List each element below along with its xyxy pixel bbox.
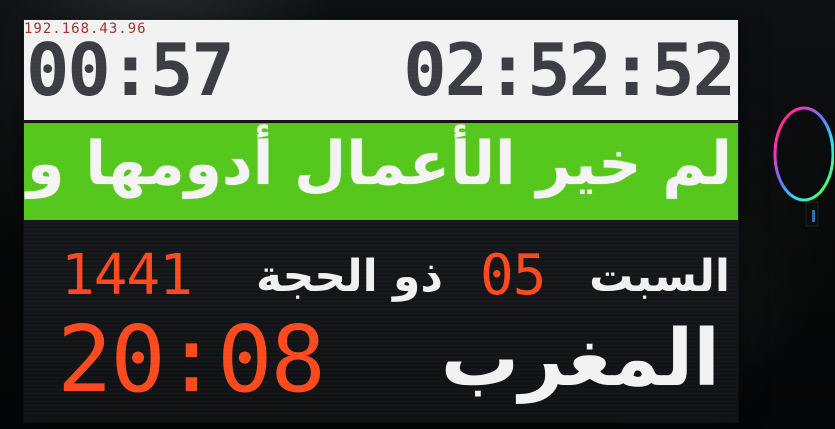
led-display-scene: 192.168.43.96 00:57 02:52:52 لم خير الأع… — [0, 0, 835, 429]
date-and-prayer-panel: 1441 ذو الحجة 05 السبت 20:08 المغرب — [24, 220, 738, 422]
hijri-date-row: 1441 ذو الحجة 05 السبت — [24, 246, 738, 306]
hijri-day-value: 05 — [480, 243, 546, 308]
left-clock-value: 00:57 — [26, 28, 235, 112]
prayer-time-value: 20:08 — [57, 306, 326, 413]
scrolling-message-text: لم خير الأعمال أدومها وإن — [24, 129, 733, 199]
prayer-name-label: المغرب — [440, 314, 720, 404]
rgb-ring-icon — [766, 98, 834, 228]
time-header-panel: 192.168.43.96 00:57 02:52:52 — [24, 20, 738, 120]
right-clock-value: 02:52:52 — [403, 28, 736, 112]
hijri-month-name: ذو الحجة — [256, 251, 443, 302]
led-display-board: 192.168.43.96 00:57 02:52:52 لم خير الأع… — [24, 20, 738, 422]
hijri-year-value: 1441 — [61, 243, 193, 308]
weekday-name: السبت — [589, 251, 730, 302]
message-banner: لم خير الأعمال أدومها وإن — [24, 123, 738, 220]
